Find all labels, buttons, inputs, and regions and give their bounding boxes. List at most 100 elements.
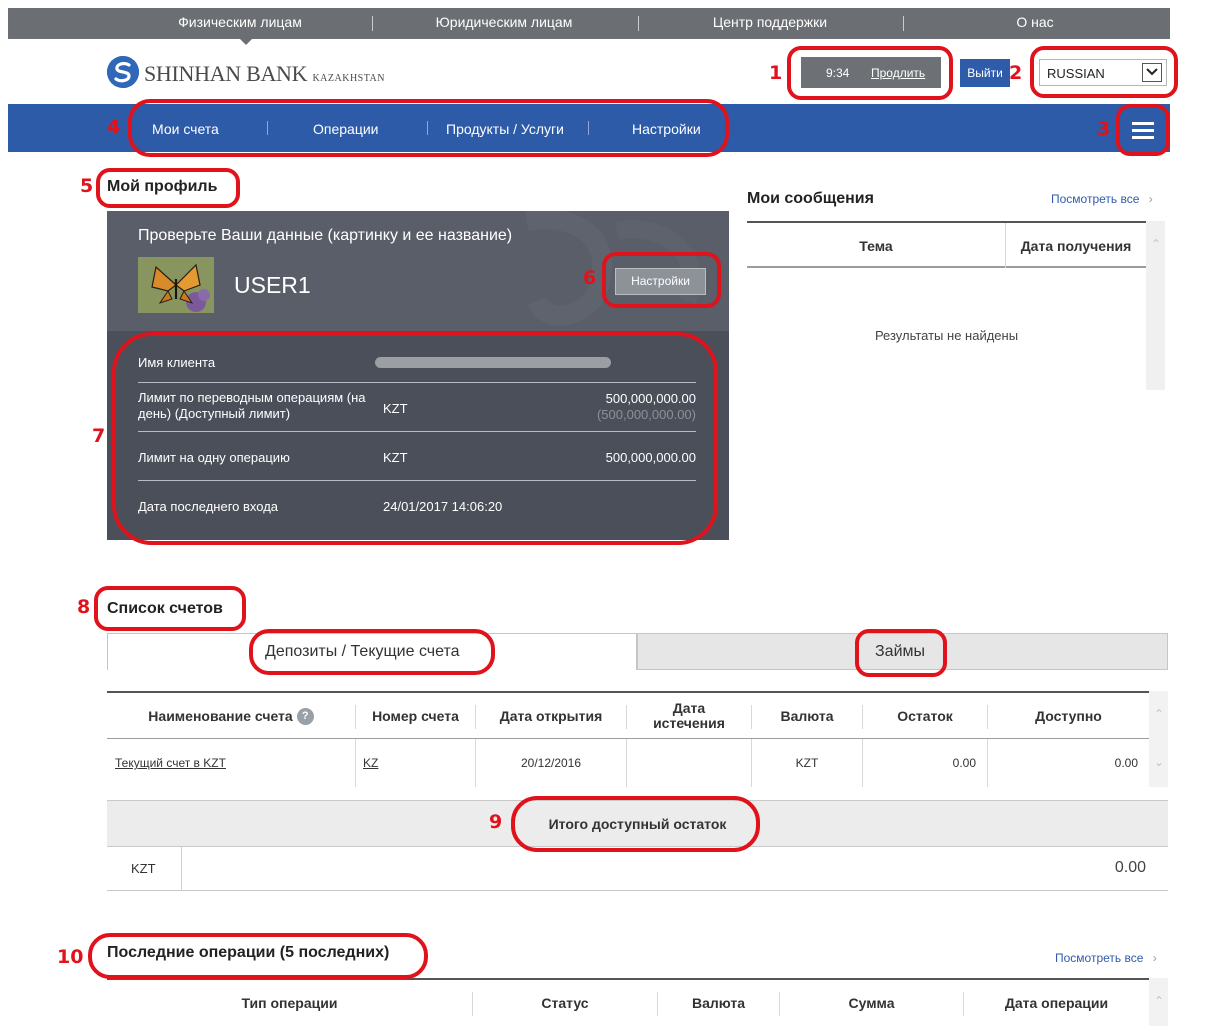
column-header-subject[interactable]: Тема <box>747 223 1005 269</box>
column-header-balance[interactable]: Остаток <box>863 693 987 739</box>
profile-card: Проверьте Ваши данные (картинку и ее наз… <box>107 211 729 540</box>
top-nav-individuals[interactable]: Физическим лицам <box>120 8 360 39</box>
accounts-title: Список счетов <box>107 600 223 617</box>
divider <box>355 739 356 787</box>
recent-operations-table-header: Тип операции Статус Валюта Сумма Дата оп… <box>107 978 1149 1026</box>
scroll-up-icon[interactable]: ⌃ <box>1154 707 1164 721</box>
column-header-operation-date[interactable]: Дата операции <box>964 980 1149 1026</box>
total-available-header: Итого доступный остаток <box>107 800 1168 847</box>
nav-settings[interactable]: Настройки <box>632 121 701 137</box>
accounts-table-header: Наименование счета ? Номер счета Дата от… <box>107 691 1149 739</box>
column-header-account-number[interactable]: Номер счета <box>356 693 475 739</box>
tab-deposits-current-accounts[interactable]: Депозиты / Текущие счета <box>107 633 637 670</box>
recent-operations-title: Последние операции (5 последних) <box>107 944 390 961</box>
messages-view-all-label: Посмотреть все <box>1051 192 1140 206</box>
column-header-received-date[interactable]: Дата получения <box>1006 223 1146 269</box>
last-login-value: 24/01/2017 14:06:20 <box>383 499 503 514</box>
client-name-label: Имя клиента <box>138 355 216 370</box>
language-select-value: RUSSIAN <box>1047 66 1105 81</box>
annotation-number-6: 6 <box>583 267 597 289</box>
column-header-operation-type[interactable]: Тип операции <box>107 980 472 1026</box>
annotation-number-7: 7 <box>92 425 106 447</box>
help-icon[interactable]: ? <box>296 707 314 725</box>
column-header-currency[interactable]: Валюта <box>752 693 862 739</box>
messages-title: Мои сообщения <box>747 190 874 207</box>
scroll-up-icon[interactable]: ⌃ <box>1154 994 1164 1008</box>
tab-loans-label: Займы <box>875 643 925 660</box>
accounts-scrollbar[interactable]: ⌃ ⌄ <box>1149 691 1168 787</box>
column-header-open-date[interactable]: Дата открытия <box>476 693 626 739</box>
recent-operations-scrollbar[interactable]: ⌃ <box>1149 978 1168 1026</box>
nav-my-accounts[interactable]: Мои счета <box>152 121 219 137</box>
column-header-status[interactable]: Статус <box>473 980 657 1026</box>
divider <box>138 431 696 432</box>
session-timer: 9:34 Продлить <box>801 57 941 88</box>
profile-card-header: Проверьте Ваши данные (картинку и ее наз… <box>107 211 729 331</box>
user-avatar-image[interactable] <box>138 257 214 313</box>
operation-limit-currency: KZT <box>383 450 408 465</box>
language-select[interactable]: RUSSIAN <box>1039 59 1167 86</box>
column-header-expiry-date[interactable]: Дата истечения <box>627 693 751 739</box>
profile-check-text: Проверьте Ваши данные (картинку и ее наз… <box>138 227 513 244</box>
profile-username: USER1 <box>234 272 311 298</box>
chevron-down-icon <box>1142 63 1162 82</box>
daily-limit-label: Лимит по переводным операциям (на день) … <box>138 390 366 421</box>
top-nav-support-center[interactable]: Центр поддержки <box>650 8 890 39</box>
daily-limit-available: (500,000,000.00) <box>596 407 696 422</box>
total-available-row: KZT 0.00 <box>107 847 1168 891</box>
scroll-down-icon[interactable]: ⌄ <box>1154 755 1164 769</box>
annotation-number-8: 8 <box>77 596 91 618</box>
nav-products-services[interactable]: Продукты / Услуги <box>446 121 564 137</box>
recent-operations-view-all-link[interactable]: Посмотреть все › <box>1055 951 1157 965</box>
divider <box>138 480 696 481</box>
account-name-link[interactable]: Текущий счет в KZT <box>115 756 226 770</box>
client-name-masked-value <box>375 357 611 368</box>
column-header-amount[interactable]: Сумма <box>780 980 963 1026</box>
bank-logo-icon[interactable] <box>107 56 139 88</box>
annotation-number-3: 3 <box>1097 118 1111 140</box>
account-number-link[interactable]: KZ <box>363 756 378 770</box>
logo-sub-text: KAZAKHSTAN <box>312 73 385 84</box>
messages-scrollbar[interactable]: ⌃ <box>1146 221 1165 390</box>
nav-operations[interactable]: Операции <box>313 121 379 137</box>
annotation-number-10: 10 <box>57 946 84 968</box>
column-header-currency[interactable]: Валюта <box>658 980 779 1026</box>
annotation-number-9: 9 <box>489 811 503 833</box>
column-header-account-name-label: Наименование счета <box>148 707 293 724</box>
daily-limit-currency: KZT <box>383 401 408 416</box>
bank-logo-text[interactable]: SHINHAN BANK KAZAKHSTAN <box>144 61 385 87</box>
total-available-label: Итого доступный остаток <box>548 816 727 832</box>
divider <box>372 16 373 31</box>
top-nav-legal-entities[interactable]: Юридическим лицам <box>384 8 624 39</box>
extend-session-link[interactable]: Продлить <box>871 66 925 80</box>
divider <box>138 382 696 383</box>
tab-deposits-label: Депозиты / Текущие счета <box>265 643 460 660</box>
operation-limit-value: 500,000,000.00 <box>605 450 696 465</box>
profile-settings-button[interactable]: Настройки <box>615 268 706 295</box>
main-navigation: Мои счета Операции Продукты / Услуги Нас… <box>8 104 1170 152</box>
column-header-account-name[interactable]: Наименование счета ? <box>107 693 355 739</box>
column-header-available[interactable]: Доступно <box>988 693 1149 739</box>
total-value: 0.00 <box>1114 859 1146 876</box>
messages-view-all-link[interactable]: Посмотреть все › <box>1051 192 1153 206</box>
scroll-up-icon[interactable]: ⌃ <box>1151 237 1161 251</box>
tab-loans[interactable]: Займы <box>637 633 1168 670</box>
top-nav-about[interactable]: О нас <box>915 8 1155 39</box>
logo-main-text: SHINHAN BANK <box>144 61 308 86</box>
divider <box>638 16 639 31</box>
session-timer-value: 9:34 <box>826 66 850 80</box>
annotation-number-1: 1 <box>769 62 783 84</box>
chevron-right-icon: › <box>1152 951 1157 965</box>
annotation-number-4: 4 <box>107 116 121 138</box>
logout-button[interactable]: Выйти <box>960 59 1010 87</box>
divider <box>267 121 268 135</box>
messages-empty-text: Результаты не найдены <box>874 328 1019 343</box>
chevron-right-icon: › <box>1148 192 1153 206</box>
operation-limit-label: Лимит на одну операцию <box>138 450 290 465</box>
last-login-label: Дата последнего входа <box>138 499 279 514</box>
hamburger-bar <box>1132 129 1154 132</box>
menu-hamburger-icon[interactable] <box>1121 113 1165 147</box>
messages-table-header: Тема Дата получения <box>747 221 1146 268</box>
divider <box>181 847 182 890</box>
hamburger-bar <box>1132 122 1154 125</box>
